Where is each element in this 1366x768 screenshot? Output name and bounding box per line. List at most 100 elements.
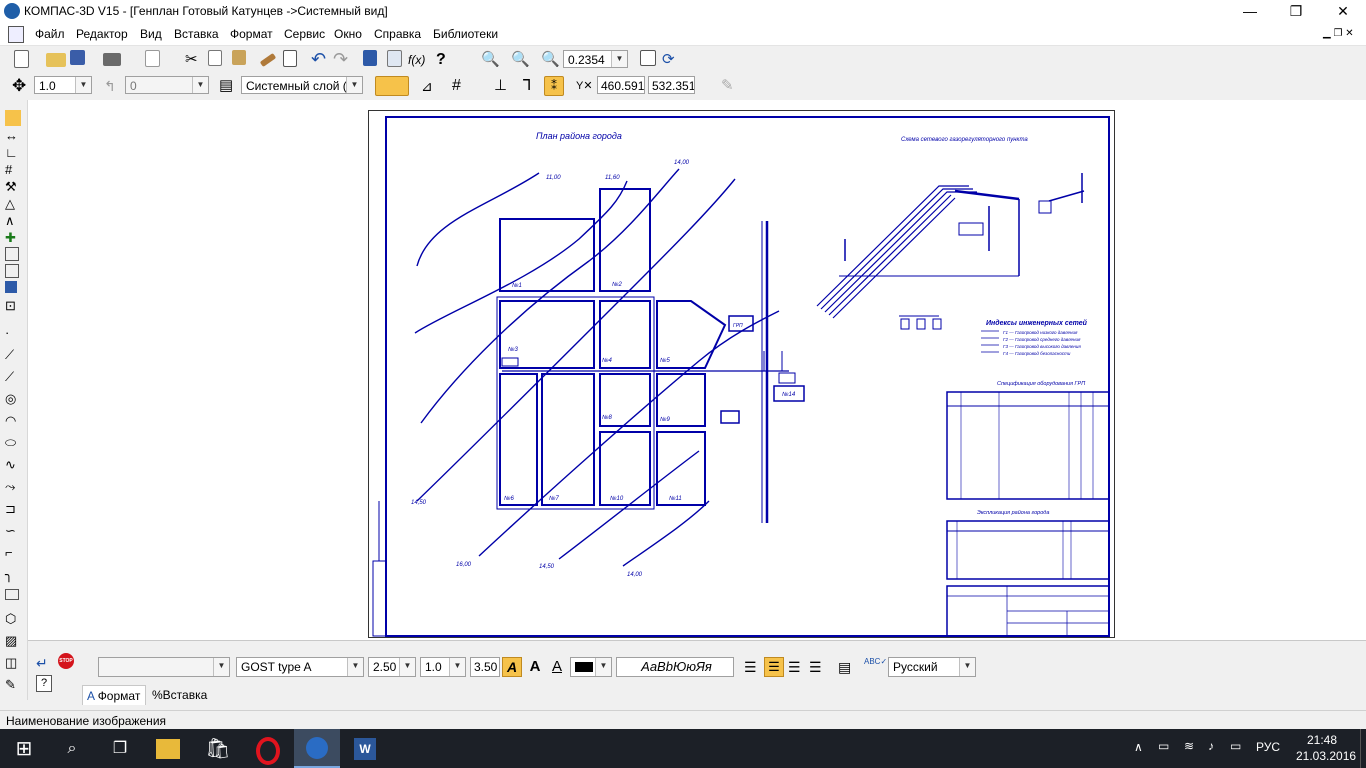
menu-view[interactable]: Вид: [140, 27, 162, 41]
circle-icon[interactable]: ◎: [5, 391, 21, 407]
rectangle-icon[interactable]: [5, 589, 19, 600]
language-indicator[interactable]: РУС: [1256, 740, 1280, 754]
zoom-in-icon[interactable]: 🔍: [541, 50, 561, 70]
save-icon[interactable]: [70, 50, 85, 65]
dimensions-panel-icon[interactable]: ↔: [5, 128, 21, 144]
clock-date[interactable]: 21.03.2016: [1296, 749, 1356, 763]
insert-panel-icon[interactable]: [5, 281, 17, 293]
redo-icon[interactable]: ↷: [333, 50, 353, 70]
scale-combo[interactable]: 1.0 ▼: [420, 657, 466, 677]
tree-icon[interactable]: [387, 50, 402, 67]
volume-icon[interactable]: ♪: [1208, 739, 1214, 753]
kompas-taskbar-item[interactable]: [294, 729, 340, 768]
drawing-sheet[interactable]: План района города Схема сетевого газоре…: [368, 110, 1115, 638]
refresh-icon[interactable]: ⟳: [662, 50, 682, 70]
undo-icon[interactable]: ↶: [311, 50, 331, 70]
align-right-icon[interactable]: ☰: [788, 659, 801, 676]
pan-icon[interactable]: [640, 50, 656, 66]
opera-icon[interactable]: [256, 737, 280, 765]
open-folder-icon[interactable]: [46, 53, 66, 67]
windows-start-icon[interactable]: ⊞: [10, 735, 38, 763]
new-file-icon[interactable]: [14, 50, 29, 68]
menu-service[interactable]: Сервис: [284, 27, 325, 41]
battery-icon[interactable]: ▭: [1158, 739, 1169, 753]
zoom-window-icon[interactable]: 🔍: [481, 50, 501, 70]
search-icon[interactable]: ⌕: [58, 735, 86, 763]
paragraph-icon[interactable]: ▤: [838, 659, 851, 676]
angle-combo[interactable]: 0 ▼: [125, 76, 209, 94]
snap-magnet-icon[interactable]: [375, 76, 409, 96]
measure-panel-icon[interactable]: △: [5, 196, 21, 212]
font-size-combo[interactable]: 2.50 ▼: [368, 657, 416, 677]
views-panel-icon[interactable]: ✚: [5, 230, 21, 246]
help-cursor-icon[interactable]: ?: [436, 50, 456, 70]
paste-icon[interactable]: [232, 50, 246, 65]
variables-icon[interactable]: f(x): [408, 50, 428, 70]
style-combo[interactable]: ▼: [98, 657, 230, 677]
bezier-icon[interactable]: ∽: [5, 523, 21, 539]
mdi-controls[interactable]: ▁ ❐ ✕: [1323, 28, 1354, 39]
print-icon[interactable]: [103, 53, 121, 66]
select-panel-icon[interactable]: ∧: [5, 213, 21, 229]
coord-y-field[interactable]: 532.351: [648, 76, 695, 94]
spellcheck-icon[interactable]: ABC✓: [864, 657, 887, 677]
menu-format[interactable]: Формат: [230, 27, 273, 41]
menu-help[interactable]: Справка: [374, 27, 421, 41]
angle-icon[interactable]: ↰: [104, 76, 124, 96]
bold-icon[interactable]: A: [526, 657, 544, 677]
help-icon[interactable]: ?: [36, 675, 52, 692]
format-painter-icon[interactable]: [259, 52, 277, 68]
word-icon[interactable]: W: [354, 738, 376, 760]
tab-format[interactable]: A Формат: [82, 685, 146, 705]
italic-icon[interactable]: A: [502, 657, 522, 677]
stop-icon[interactable]: STOP: [58, 653, 74, 669]
document-icon[interactable]: [8, 26, 24, 43]
contour-icon[interactable]: ◫: [5, 655, 21, 671]
polyline-icon[interactable]: ⊐: [5, 501, 21, 517]
wifi-icon[interactable]: ≋: [1184, 739, 1194, 753]
layers-icon[interactable]: ▤: [219, 76, 239, 96]
edit-panel-icon[interactable]: #: [5, 162, 21, 178]
hatch-icon[interactable]: ▨: [5, 633, 21, 649]
language-combo[interactable]: Русский ▼: [888, 657, 976, 677]
show-desktop-button[interactable]: [1360, 729, 1366, 768]
step-cursor-icon[interactable]: ✥: [12, 76, 32, 96]
file-explorer-icon[interactable]: [156, 739, 180, 759]
ellipse-icon[interactable]: ⬭: [5, 435, 21, 451]
font-combo[interactable]: GOST type A ▼: [236, 657, 364, 677]
apply-icon[interactable]: ✎: [721, 76, 741, 96]
copy-icon[interactable]: [208, 50, 222, 66]
show-hidden-icon[interactable]: ∧: [1134, 740, 1143, 754]
menu-window[interactable]: Окно: [334, 27, 362, 41]
properties-icon[interactable]: [283, 50, 297, 67]
point-icon[interactable]: ·: [5, 325, 21, 341]
manager-icon[interactable]: [363, 50, 377, 66]
sheetmetal-panel-icon[interactable]: ⊡: [5, 298, 21, 314]
store-icon[interactable]: 🛍: [204, 735, 232, 763]
align-left-icon[interactable]: ☰: [744, 659, 757, 676]
symbols-panel-icon[interactable]: ∟: [5, 145, 21, 161]
spline-icon[interactable]: ∿: [5, 457, 21, 473]
menu-file[interactable]: Файл: [35, 27, 65, 41]
notification-icon[interactable]: ▭: [1230, 739, 1241, 753]
arc-icon[interactable]: ◠: [5, 413, 21, 429]
cut-icon[interactable]: ✂: [185, 50, 205, 70]
minimize-button[interactable]: —: [1227, 0, 1273, 23]
task-view-icon[interactable]: ❐: [106, 735, 134, 763]
chamfer-icon[interactable]: ⌐: [5, 545, 21, 561]
menu-insert[interactable]: Вставка: [174, 27, 219, 41]
auxiliary-line-icon[interactable]: ⟋: [5, 347, 21, 363]
spacing-field[interactable]: 3.50: [470, 657, 500, 677]
spec-panel-icon[interactable]: [5, 247, 19, 261]
ortho-icon[interactable]: ⊥: [494, 76, 514, 96]
curve-icon[interactable]: ⤳: [5, 479, 21, 495]
zoom-combo[interactable]: 0.2354 ▼: [563, 50, 628, 68]
step-combo[interactable]: 1.0 ▼: [34, 76, 92, 94]
tab-insert[interactable]: %Вставка: [148, 685, 222, 705]
color-combo[interactable]: ▼: [570, 657, 612, 677]
close-button[interactable]: ✕: [1320, 0, 1366, 23]
segment-icon[interactable]: ⟋: [5, 369, 21, 385]
parametrization-panel-icon[interactable]: ⚒: [5, 179, 21, 195]
restore-button[interactable]: ❐: [1273, 0, 1319, 23]
coord-x-field[interactable]: 460.5916: [597, 76, 645, 94]
